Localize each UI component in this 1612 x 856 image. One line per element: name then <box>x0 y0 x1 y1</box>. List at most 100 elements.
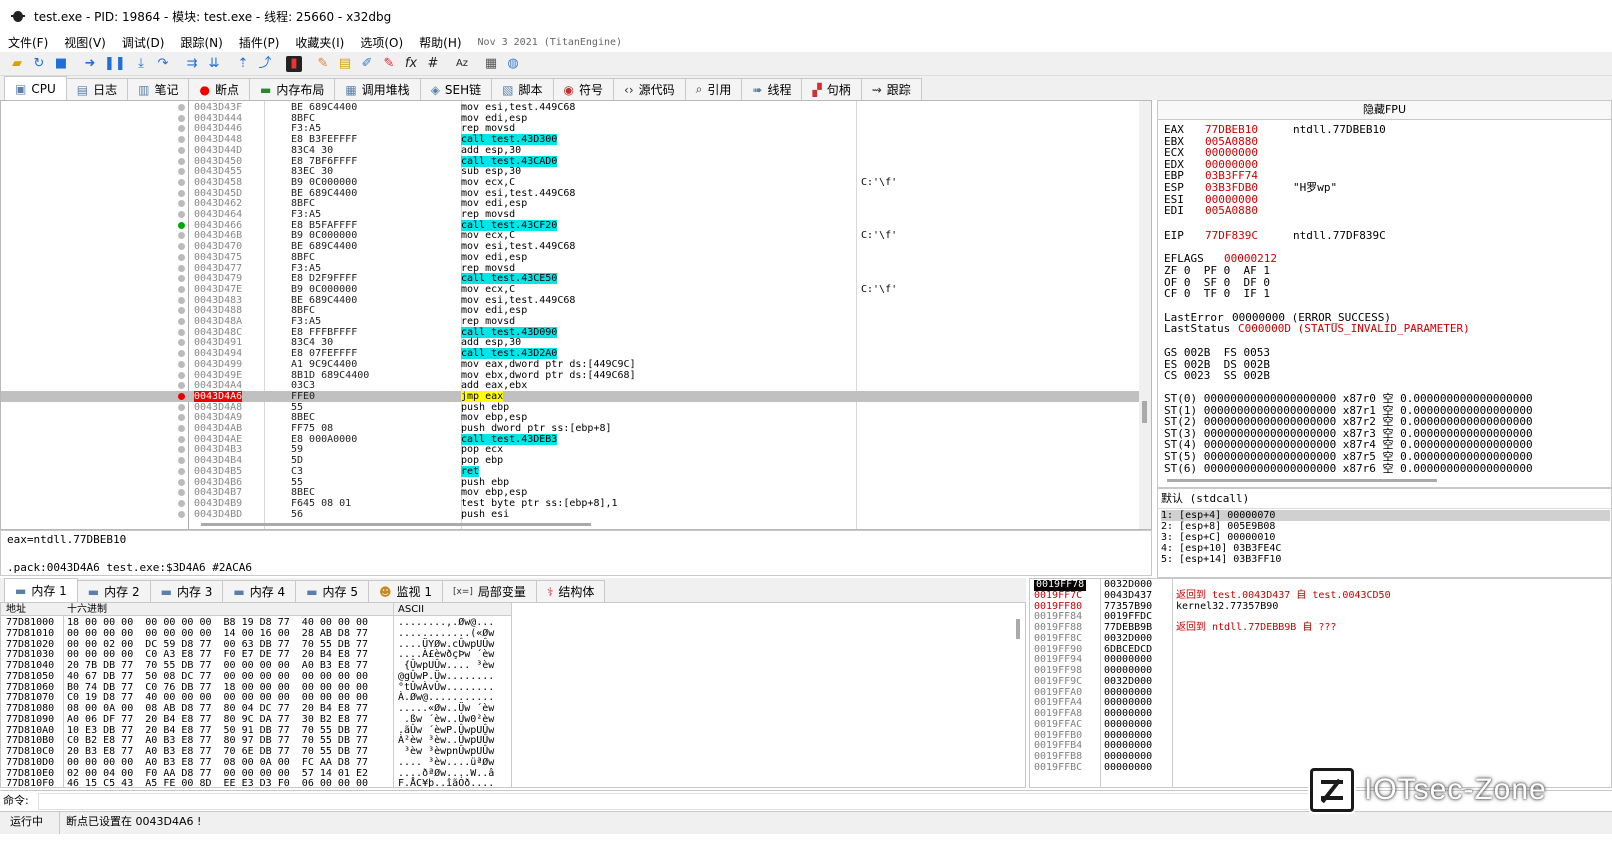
run-to-user-icon[interactable]: ⤴ <box>257 56 273 72</box>
menu-options[interactable]: 选项(O) <box>360 34 403 51</box>
arg-item[interactable]: 5: [esp+14] 03B3FF10 <box>1161 554 1281 565</box>
command-input[interactable] <box>38 793 1338 810</box>
restart-icon[interactable]: ↻ <box>31 56 47 72</box>
breakpoint-toggle-icon[interactable] <box>178 403 185 411</box>
tab-dump-4[interactable]: ▬ 内存 4 <box>222 580 297 602</box>
breakpoint-toggle-icon[interactable] <box>178 136 185 144</box>
breakpoint-toggle-icon[interactable] <box>178 414 185 422</box>
disassembly-row[interactable]: 0043D44D 83C4 30 add esp,30 <box>1 145 1141 156</box>
arg-item[interactable]: 4: [esp+10] 03B3FE4C <box>1161 543 1281 554</box>
breakpoint-toggle-icon[interactable] <box>178 446 185 454</box>
breakpoint-toggle-icon[interactable] <box>178 435 185 443</box>
hide-fpu-button[interactable]: 隐藏FPU <box>1157 100 1612 120</box>
menu-trace[interactable]: 跟踪(N) <box>180 34 222 51</box>
tab-dump-2[interactable]: ▬ 内存 2 <box>76 580 151 602</box>
breakpoint-toggle-icon[interactable] <box>178 350 185 358</box>
breakpoint-toggle-icon[interactable] <box>178 275 185 283</box>
disassembly-row[interactable]: 0043D470 BE 689C4400 mov esi,test.449C68 <box>1 241 1141 252</box>
disassembly-row[interactable]: 0043D47E B9 0C000000 mov ecx,C C:'\f' <box>1 284 1141 295</box>
menu-debug[interactable]: 调试(D) <box>122 34 165 51</box>
tab-cpu[interactable]: ▣ CPU <box>4 76 67 100</box>
breakpoint-toggle-icon[interactable] <box>178 371 185 379</box>
disassembly-row[interactable]: 0043D4A8 55 push ebp <box>1 402 1141 413</box>
breakpoint-toggle-icon[interactable] <box>178 339 185 347</box>
disassembly-view[interactable]: 0043D43F BE 689C4400 mov esi,test.449C68 00… <box>0 100 1152 530</box>
run-icon[interactable]: ➜ <box>82 56 98 72</box>
fx-icon[interactable]: fx <box>403 56 419 72</box>
tab-dump-5[interactable]: ▬ 内存 5 <box>295 580 369 602</box>
memory-dump-view[interactable]: 地址 十六进制 ASCII 77D81000 18 00 00 00 00 00 … <box>0 602 1026 788</box>
breakpoint-toggle-icon[interactable] <box>178 221 185 229</box>
trace-into-icon[interactable]: ⇉ <box>184 56 200 72</box>
breakpoint-toggle-icon[interactable] <box>178 307 185 315</box>
dump-header-hex[interactable]: 十六进制 <box>67 603 107 616</box>
last-status-row[interactable]: LastStatus C000000D (STATUS_INVALID_PARAM… <box>1164 323 1470 335</box>
disassembly-row[interactable]: 0043D455 83EC 30 sub esp,30 <box>1 166 1141 177</box>
fpu-register-row[interactable]: ST(6) 00000000000000000000 x87r6 空 0.000… <box>1164 462 1533 475</box>
disassembly-row[interactable]: 0043D446 F3:A5 rep movsd <box>1 123 1141 134</box>
disassembly-row[interactable]: 0043D477 F3:A5 rep movsd <box>1 263 1141 274</box>
disassembly-row[interactable]: 0043D4B9 F645 08 01 test byte ptr ss:[ebp+… <box>1 498 1141 509</box>
tab-breakpoints[interactable]: ● 断点 <box>188 78 250 100</box>
arg-item[interactable]: 3: [esp+C] 00000010 <box>1161 532 1275 543</box>
disassembly-row[interactable]: 0043D494 E8 07FEFFFF call test.43D2A0 <box>1 348 1141 360</box>
registers-horizontal-scrollbar[interactable] <box>1157 475 1612 485</box>
disassembly-row[interactable]: 0043D448 E8 B3FEFFFF call test.43D300 <box>1 134 1141 146</box>
comment-icon[interactable]: ✎ <box>315 56 331 72</box>
menu-plugins[interactable]: 插件(P) <box>239 34 280 51</box>
tab-watch-1[interactable]: ☻ 监视 1 <box>367 580 443 602</box>
breakpoint-toggle-icon[interactable] <box>178 253 185 261</box>
breakpoint-toggle-icon[interactable] <box>178 285 185 293</box>
step-over-icon[interactable]: ↷ <box>155 56 171 72</box>
patch-icon[interactable]: ▮ <box>286 55 302 72</box>
breakpoint-toggle-icon[interactable] <box>178 189 185 197</box>
bookmark-icon[interactable]: ✐ <box>359 56 375 72</box>
tab-threads[interactable]: ➠ 线程 <box>741 78 803 100</box>
tab-handles[interactable]: ▞ 句柄 <box>801 78 862 100</box>
breakpoint-toggle-icon[interactable] <box>178 146 185 154</box>
tab-memory-map[interactable]: ▬ 内存布局 <box>248 78 336 100</box>
tab-struct[interactable]: ⚕ 结构体 <box>535 580 606 602</box>
breakpoint-toggle-icon[interactable] <box>178 264 185 272</box>
step-into-icon[interactable]: ⤓ <box>133 56 149 72</box>
breakpoint-toggle-icon[interactable] <box>178 200 185 208</box>
menu-file[interactable]: 文件(F) <box>8 34 48 51</box>
disassembly-row[interactable]: 0043D4AB FF75 08 push dword ptr ss:[ebp+8] <box>1 423 1141 434</box>
segment-row[interactable]: CS 0023 SS 002B <box>1164 370 1270 382</box>
breakpoint-toggle-icon[interactable] <box>178 211 185 218</box>
registers-panel[interactable]: EAX 77DBEB10 ntdll.77DBEB10 EBX 005A0880 ECX 0… <box>1157 120 1612 488</box>
breakpoint-toggle-icon[interactable] <box>178 178 185 186</box>
stack-row[interactable]: 0019FFAC 00000000 <box>1030 719 1610 731</box>
tab-seh[interactable]: ◈ SEH链 <box>419 78 493 100</box>
register-row[interactable]: EAX 77DBEB10 ntdll.77DBEB10 <box>1164 124 1386 136</box>
disassembly-row[interactable]: 0043D462 8BFC mov edi,esp <box>1 198 1141 209</box>
calculator-icon[interactable]: ▦ <box>483 56 499 72</box>
disassembly-row[interactable]: 0043D458 B9 0C000000 mov ecx,C C:'\f' <box>1 177 1141 188</box>
disassembly-row[interactable]: 0043D4A6 FFE0 jmp eax <box>1 390 1141 402</box>
breakpoint-toggle-icon[interactable] <box>178 510 185 518</box>
disassembly-row[interactable]: 0043D466 E8 B5FAFFFF call test.43CF20 <box>1 219 1141 231</box>
register-row[interactable]: EDI 005A0880 <box>1164 205 1293 217</box>
disassembly-row[interactable]: 0043D4AE E8 000A0000 call test.43DEB3 <box>1 433 1141 445</box>
disassembly-row[interactable]: 0043D4B5 C3 ret <box>1 465 1141 477</box>
disassembly-row[interactable]: 0043D4B4 5D pop ebp <box>1 455 1141 466</box>
pause-icon[interactable]: ❚❚ <box>104 56 126 72</box>
tab-call-stack[interactable]: ▦ 调用堆栈 <box>334 78 421 100</box>
breakpoint-toggle-icon[interactable] <box>178 296 185 304</box>
disassembly-row[interactable]: 0043D479 E8 D2F9FFFF call test.43CE50 <box>1 273 1141 285</box>
register-row-eip[interactable]: EIP 77DF839C ntdll.77DF839C <box>1164 230 1386 242</box>
disassembly-row[interactable]: 0043D491 83C4 30 add esp,30 <box>1 337 1141 348</box>
tab-source[interactable]: ‹› 源代码 <box>613 78 686 100</box>
calling-convention[interactable]: 默认 (stdcall) <box>1158 489 1611 509</box>
breakpoint-toggle-icon[interactable] <box>178 360 185 368</box>
disassembly-row[interactable]: 0043D45D BE 689C4400 mov esi,test.449C68 <box>1 188 1141 199</box>
stop-icon[interactable]: ■ <box>53 56 69 72</box>
tab-dump-3[interactable]: ▬ 内存 3 <box>149 580 224 602</box>
menu-help[interactable]: 帮助(H) <box>419 34 461 51</box>
tab-trace[interactable]: ⇝ 跟踪 <box>860 78 922 100</box>
arg-item[interactable]: 2: [esp+8] 005E9B08 <box>1161 521 1275 532</box>
register-row[interactable]: ECX 00000000 <box>1164 147 1293 159</box>
font-icon[interactable]: Az <box>454 56 470 72</box>
disassembly-row[interactable]: 0043D475 8BFC mov edi,esp <box>1 252 1141 263</box>
register-row[interactable]: ESP 03B3FDB0 "H罗wp" <box>1164 182 1337 194</box>
